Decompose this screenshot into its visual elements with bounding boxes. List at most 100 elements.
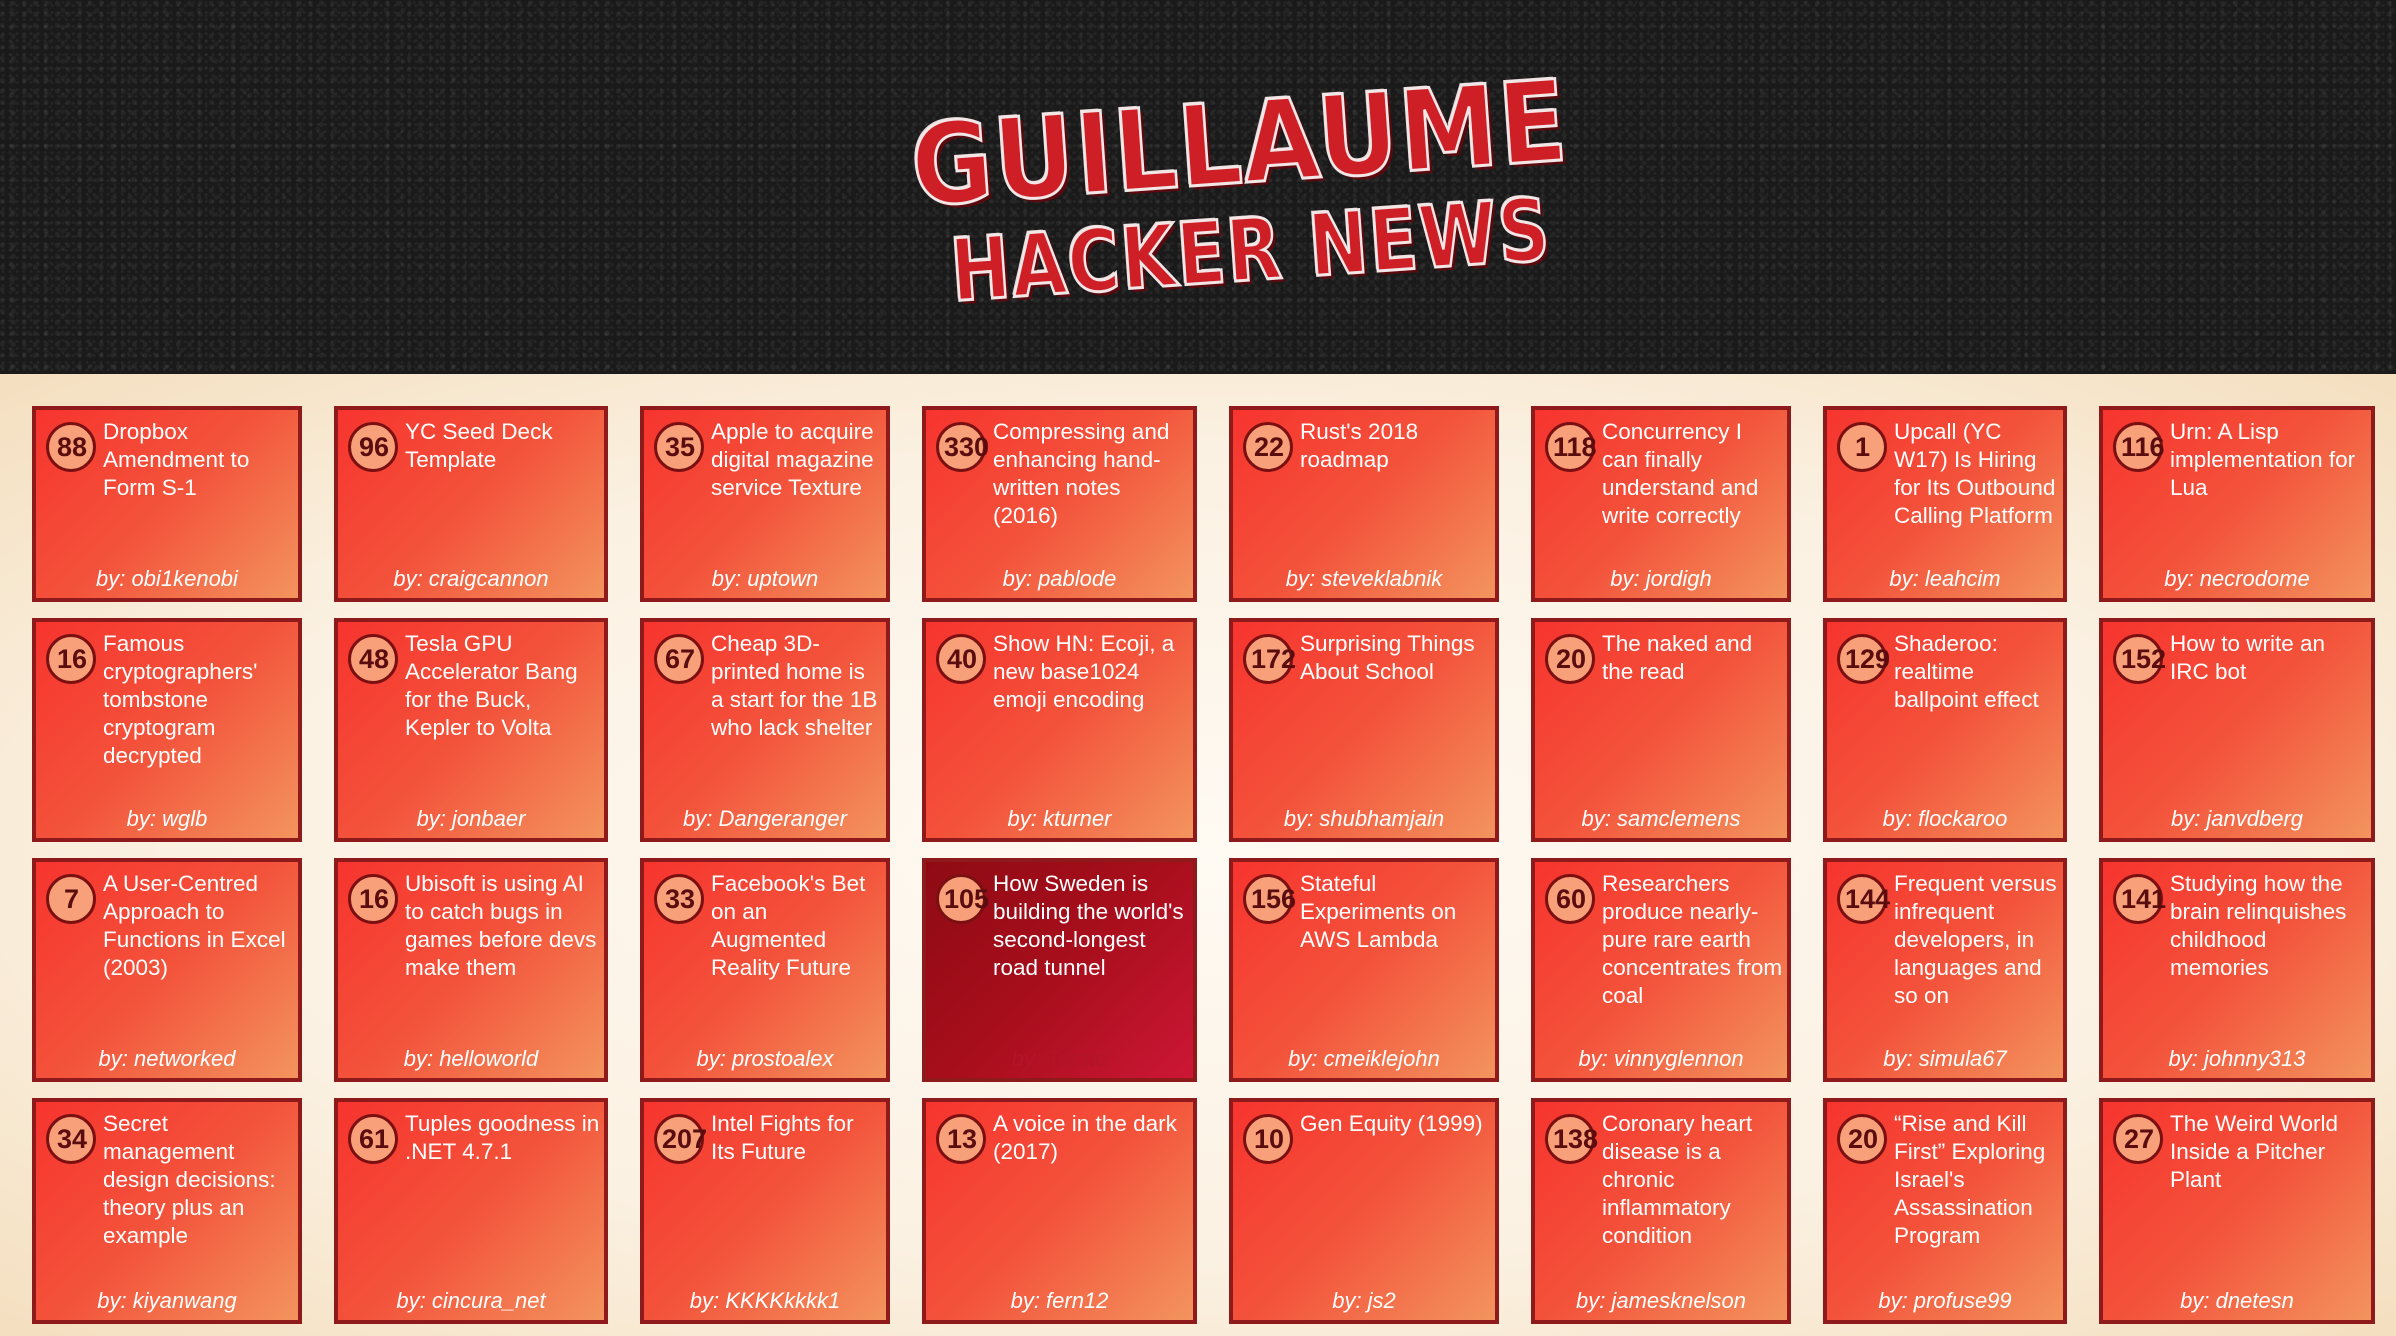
- story-author: by: profuse99: [1878, 1288, 2012, 1313]
- story-title[interactable]: The Weird World Inside a Pitcher Plant: [2170, 1110, 2367, 1194]
- score-badge: 88: [46, 422, 96, 472]
- story-card[interactable]: 20 “Rise and Kill First” Exploring Israel…: [1823, 1098, 2067, 1324]
- story-title[interactable]: Researchers produce nearly-pure rare ear…: [1602, 870, 1783, 1010]
- story-author: by: craigcannon: [393, 566, 549, 591]
- story-author: by: obi1kenobi: [96, 566, 238, 591]
- story-author: by: js2: [1332, 1288, 1396, 1313]
- story-author: by: cmeiklejohn: [1288, 1046, 1440, 1071]
- story-card[interactable]: 16 Ubisoft is using AI to catch bugs in g…: [334, 858, 608, 1082]
- story-card[interactable]: 22 Rust's 2018 roadmap by: steveklabnik: [1229, 406, 1499, 602]
- story-card[interactable]: 172 Surprising Things About School by: shu…: [1229, 618, 1499, 842]
- story-title[interactable]: Secret management design decisions: theo…: [103, 1110, 294, 1250]
- score-badge: 156: [1243, 874, 1296, 924]
- score-badge: 116: [2113, 422, 2165, 472]
- site-logo[interactable]: GUILLAUME HACKER NEWS: [896, 43, 1574, 334]
- story-title[interactable]: Tesla GPU Accelerator Bang for the Buck,…: [405, 630, 600, 742]
- story-card[interactable]: 16 Famous cryptographers' tombstone crypt…: [32, 618, 302, 842]
- story-title[interactable]: “Rise and Kill First” Exploring Israel's…: [1894, 1110, 2059, 1250]
- story-author: by: vinnyglennon: [1578, 1046, 1744, 1071]
- story-author: by: prostoalex: [696, 1046, 834, 1071]
- story-author: by: Dangeranger: [683, 806, 847, 831]
- score-badge: 118: [1545, 422, 1597, 472]
- story-card[interactable]: 96 YC Seed Deck Template by: craigcannon: [334, 406, 608, 602]
- score-badge: 16: [46, 634, 96, 684]
- story-title[interactable]: Dropbox Amendment to Form S-1: [103, 418, 294, 502]
- story-title[interactable]: Gen Equity (1999): [1300, 1110, 1491, 1138]
- story-title[interactable]: Cheap 3D-printed home is a start for the…: [711, 630, 882, 742]
- score-badge: 129: [1837, 634, 1890, 684]
- score-badge: 27: [2113, 1114, 2163, 1164]
- story-title[interactable]: A voice in the dark (2017): [993, 1110, 1189, 1166]
- story-grid: 88 Dropbox Amendment to Form S-1 by: obi1k…: [32, 406, 2384, 1324]
- score-badge: 16: [348, 874, 398, 924]
- story-card[interactable]: 152 How to write an IRC bot by: janvdberg: [2099, 618, 2375, 842]
- story-title[interactable]: Studying how the brain relinquishes chil…: [2170, 870, 2367, 982]
- story-card[interactable]: 33 Facebook's Bet on an Augmented Reality…: [640, 858, 890, 1082]
- story-card[interactable]: 141 Studying how the brain relinquishes c…: [2099, 858, 2375, 1082]
- story-card[interactable]: 27 The Weird World Inside a Pitcher Plant…: [2099, 1098, 2375, 1324]
- story-title[interactable]: Upcall (YC W17) Is Hiring for Its Outbou…: [1894, 418, 2059, 530]
- story-title[interactable]: Surprising Things About School: [1300, 630, 1491, 686]
- story-card[interactable]: 88 Dropbox Amendment to Form S-1 by: obi1k…: [32, 406, 302, 602]
- story-card[interactable]: 138 Coronary heart disease is a chronic i…: [1531, 1098, 1791, 1324]
- story-card[interactable]: 118 Concurrency I can finally understand …: [1531, 406, 1791, 602]
- story-card[interactable]: 116 Urn: A Lisp implementation for Lua by:…: [2099, 406, 2375, 602]
- story-author: by: shubhamjain: [1283, 806, 1445, 831]
- score-badge: 61: [348, 1114, 398, 1164]
- story-title[interactable]: Shaderoo: realtime ballpoint effect: [1894, 630, 2059, 714]
- story-card[interactable]: 330 Compressing and enhancing hand-writte…: [922, 406, 1197, 602]
- story-author: by: leahcim: [1889, 566, 2001, 591]
- site-header: GUILLAUME HACKER NEWS: [0, 0, 2396, 374]
- story-card[interactable]: 10 Gen Equity (1999) by: js2: [1229, 1098, 1499, 1324]
- story-card[interactable]: 35 Apple to acquire digital magazine serv…: [640, 406, 890, 602]
- story-card[interactable]: 1 Upcall (YC W17) Is Hiring for Its Outbo…: [1823, 406, 2067, 602]
- story-card[interactable]: 7A User-Centred Approach to Functions in…: [32, 858, 302, 1082]
- story-author: by: kturner: [1007, 806, 1112, 831]
- score-badge: 20: [1837, 1114, 1887, 1164]
- story-title[interactable]: Frequent versus infrequent developers, i…: [1894, 870, 2059, 1010]
- story-card[interactable]: 156 Stateful Experiments on AWS Lambda by:…: [1229, 858, 1499, 1082]
- story-author: by: simula67: [1883, 1046, 2007, 1071]
- story-card[interactable]: 105 How Sweden is building the world's se…: [922, 858, 1197, 1082]
- story-author: by: jordigh: [1610, 566, 1712, 591]
- story-title[interactable]: Facebook's Bet on an Augmented Reality F…: [711, 870, 882, 982]
- story-title[interactable]: Show HN: Ecoji, a new base1024 emoji enc…: [993, 630, 1189, 714]
- story-card[interactable]: 20 The naked and the read by: samclemens: [1531, 618, 1791, 842]
- story-title[interactable]: Famous cryptographers' tombstone cryptog…: [103, 630, 294, 770]
- score-badge: 172: [1243, 634, 1296, 684]
- story-title[interactable]: Rust's 2018 roadmap: [1300, 418, 1491, 474]
- story-title[interactable]: Ubisoft is using AI to catch bugs in gam…: [405, 870, 600, 982]
- story-card[interactable]: 60 Researchers produce nearly-pure rare e…: [1531, 858, 1791, 1082]
- story-title[interactable]: A User-Centred Approach to Functions in …: [103, 870, 294, 982]
- story-title[interactable]: Tuples goodness in .NET 4.7.1: [405, 1110, 600, 1166]
- story-author: by: johnny313: [2168, 1046, 2306, 1071]
- story-author: by: kiyanwang: [97, 1288, 237, 1313]
- story-title[interactable]: How to write an IRC bot: [2170, 630, 2367, 686]
- story-title[interactable]: How Sweden is building the world's secon…: [993, 870, 1189, 982]
- story-card[interactable]: 13 A voice in the dark (2017) by: fern12: [922, 1098, 1197, 1324]
- story-card[interactable]: 207 Intel Fights for Its Future by: KKKKkk…: [640, 1098, 890, 1324]
- story-title[interactable]: Compressing and enhancing hand-written n…: [993, 418, 1189, 530]
- score-badge: 96: [348, 422, 398, 472]
- story-card[interactable]: 48 Tesla GPU Accelerator Bang for the Buc…: [334, 618, 608, 842]
- story-title[interactable]: YC Seed Deck Template: [405, 418, 600, 474]
- story-author: by: flockaroo: [1882, 806, 2008, 831]
- story-author: by: steveklabnik: [1285, 566, 1443, 591]
- score-badge: 1: [1837, 422, 1887, 472]
- story-title[interactable]: Urn: A Lisp implementation for Lua: [2170, 418, 2367, 502]
- story-author: by: wglb: [126, 806, 208, 831]
- story-card[interactable]: 61 Tuples goodness in .NET 4.7.1 by: cincu…: [334, 1098, 608, 1324]
- story-title[interactable]: The naked and the read: [1602, 630, 1783, 686]
- story-card[interactable]: 144 Frequent versus infrequent developers…: [1823, 858, 2067, 1082]
- story-title[interactable]: Concurrency I can finally understand and…: [1602, 418, 1783, 530]
- story-card[interactable]: 129 Shaderoo: realtime ballpoint effect by…: [1823, 618, 2067, 842]
- story-card[interactable]: 40 Show HN: Ecoji, a new base1024 emoji e…: [922, 618, 1197, 842]
- story-title[interactable]: Intel Fights for Its Future: [711, 1110, 882, 1166]
- score-badge: 105: [936, 874, 989, 924]
- story-title[interactable]: Coronary heart disease is a chronic infl…: [1602, 1110, 1783, 1250]
- story-title[interactable]: Apple to acquire digital magazine servic…: [711, 418, 882, 502]
- story-title[interactable]: Stateful Experiments on AWS Lambda: [1300, 870, 1491, 954]
- story-card[interactable]: 67 Cheap 3D-printed home is a start for t…: [640, 618, 890, 842]
- score-badge: 7: [46, 874, 96, 924]
- story-card[interactable]: 34 Secret management design decisions: th…: [32, 1098, 302, 1324]
